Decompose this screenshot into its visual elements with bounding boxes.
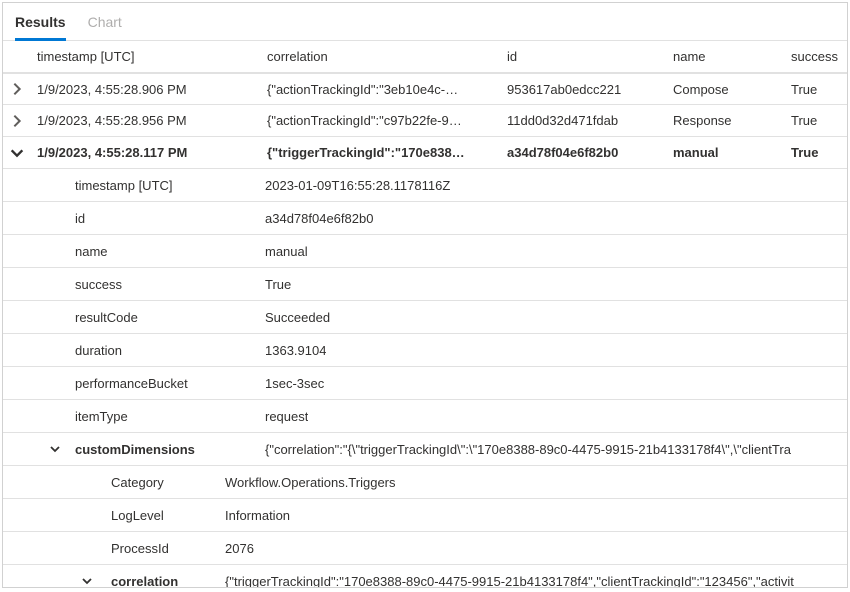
detail-key: name xyxy=(3,244,265,259)
detail-row: Category Workflow.Operations.Triggers xyxy=(3,466,847,499)
detail-row: ProcessId 2076 xyxy=(3,532,847,565)
cell-timestamp: 1/9/2023, 4:55:28.956 PM xyxy=(31,113,261,128)
cell-success: True xyxy=(785,145,847,160)
table-row-expanded[interactable]: 1/9/2023, 4:55:28.117 PM {"triggerTracki… xyxy=(3,137,847,169)
detail-value: 2023-01-09T16:55:28.1178116Z xyxy=(265,178,450,193)
tabs: Results Chart xyxy=(3,3,847,41)
detail-key: id xyxy=(3,211,265,226)
detail-value: Workflow.Operations.Triggers xyxy=(225,475,847,490)
detail-key: resultCode xyxy=(3,310,265,325)
cell-name: Compose xyxy=(667,82,785,97)
expand-row-icon[interactable] xyxy=(3,113,31,129)
col-timestamp[interactable]: timestamp [UTC] xyxy=(31,49,261,64)
detail-key: Category xyxy=(111,475,225,490)
detail-value-correlation: {"triggerTrackingId":"170e8388-89c0-4475… xyxy=(225,574,847,589)
detail-value: request xyxy=(265,409,308,424)
detail-value: True xyxy=(265,277,291,292)
detail-row: performanceBucket 1sec-3sec xyxy=(3,367,847,400)
detail-key: customDimensions xyxy=(75,442,265,457)
cell-success: True xyxy=(785,82,847,97)
tab-results[interactable]: Results xyxy=(15,3,66,40)
detail-value: {"correlation":"{\"triggerTrackingId\":\… xyxy=(265,442,847,457)
detail-key: ProcessId xyxy=(111,541,225,556)
col-name[interactable]: name xyxy=(667,49,785,64)
cell-correlation: {"actionTrackingId":"3eb10e4c-… xyxy=(261,82,501,97)
correlation-text-pre: {"triggerTrackingId":"170e8388-89c0-4475… xyxy=(225,574,596,589)
tab-chart[interactable]: Chart xyxy=(88,3,122,40)
results-panel: Results Chart timestamp [UTC] correlatio… xyxy=(2,2,848,588)
table-row[interactable]: 1/9/2023, 4:55:28.906 PM {"actionTrackin… xyxy=(3,73,847,105)
cell-name: manual xyxy=(667,145,785,160)
detail-row: LogLevel Information xyxy=(3,499,847,532)
detail-row: success True xyxy=(3,268,847,301)
detail-value: 1sec-3sec xyxy=(265,376,324,391)
cell-id: 953617ab0edcc221 xyxy=(501,82,667,97)
detail-row: resultCode Succeeded xyxy=(3,301,847,334)
detail-row-expandable[interactable]: correlation {"triggerTrackingId":"170e83… xyxy=(3,565,847,588)
detail-row: id a34d78f04e6f82b0 xyxy=(3,202,847,235)
detail-row-expandable[interactable]: customDimensions {"correlation":"{\"trig… xyxy=(3,433,847,466)
detail-value: Information xyxy=(225,508,847,523)
cell-id: a34d78f04e6f82b0 xyxy=(501,145,667,160)
cell-name: Response xyxy=(667,113,785,128)
detail-key: itemType xyxy=(3,409,265,424)
correlation-text-post: ,"activit xyxy=(752,574,793,589)
cell-correlation: {"triggerTrackingId":"170e838… xyxy=(261,145,501,160)
detail-key: duration xyxy=(3,343,265,358)
cell-id: 11dd0d32d471fdab xyxy=(501,113,667,128)
collapse-icon[interactable] xyxy=(3,575,111,587)
cell-success: True xyxy=(785,113,847,128)
cell-correlation: {"actionTrackingId":"c97b22fe-9… xyxy=(261,113,501,128)
detail-row: timestamp [UTC] 2023-01-09T16:55:28.1178… xyxy=(3,169,847,202)
collapse-icon[interactable] xyxy=(3,443,75,455)
expand-row-icon[interactable] xyxy=(3,81,31,97)
detail-key: timestamp [UTC] xyxy=(3,178,265,193)
detail-key: correlation xyxy=(111,574,225,589)
detail-key: performanceBucket xyxy=(3,376,265,391)
column-headers: timestamp [UTC] correlation id name succ… xyxy=(3,41,847,73)
detail-value: manual xyxy=(265,244,308,259)
collapse-row-icon[interactable] xyxy=(3,145,31,161)
detail-row: itemType request xyxy=(3,400,847,433)
detail-key: LogLevel xyxy=(111,508,225,523)
detail-row: duration 1363.9104 xyxy=(3,334,847,367)
detail-value: 1363.9104 xyxy=(265,343,326,358)
detail-row: name manual xyxy=(3,235,847,268)
table-row[interactable]: 1/9/2023, 4:55:28.956 PM {"actionTrackin… xyxy=(3,105,847,137)
col-success[interactable]: success xyxy=(785,49,847,64)
detail-key: success xyxy=(3,277,265,292)
detail-value: Succeeded xyxy=(265,310,330,325)
correlation-highlight: "clientTrackingId":"123456" xyxy=(596,574,752,589)
col-correlation[interactable]: correlation xyxy=(261,49,501,64)
cell-timestamp: 1/9/2023, 4:55:28.117 PM xyxy=(31,145,261,160)
cell-timestamp: 1/9/2023, 4:55:28.906 PM xyxy=(31,82,261,97)
col-id[interactable]: id xyxy=(501,49,667,64)
detail-value: a34d78f04e6f82b0 xyxy=(265,211,373,226)
detail-value: 2076 xyxy=(225,541,847,556)
